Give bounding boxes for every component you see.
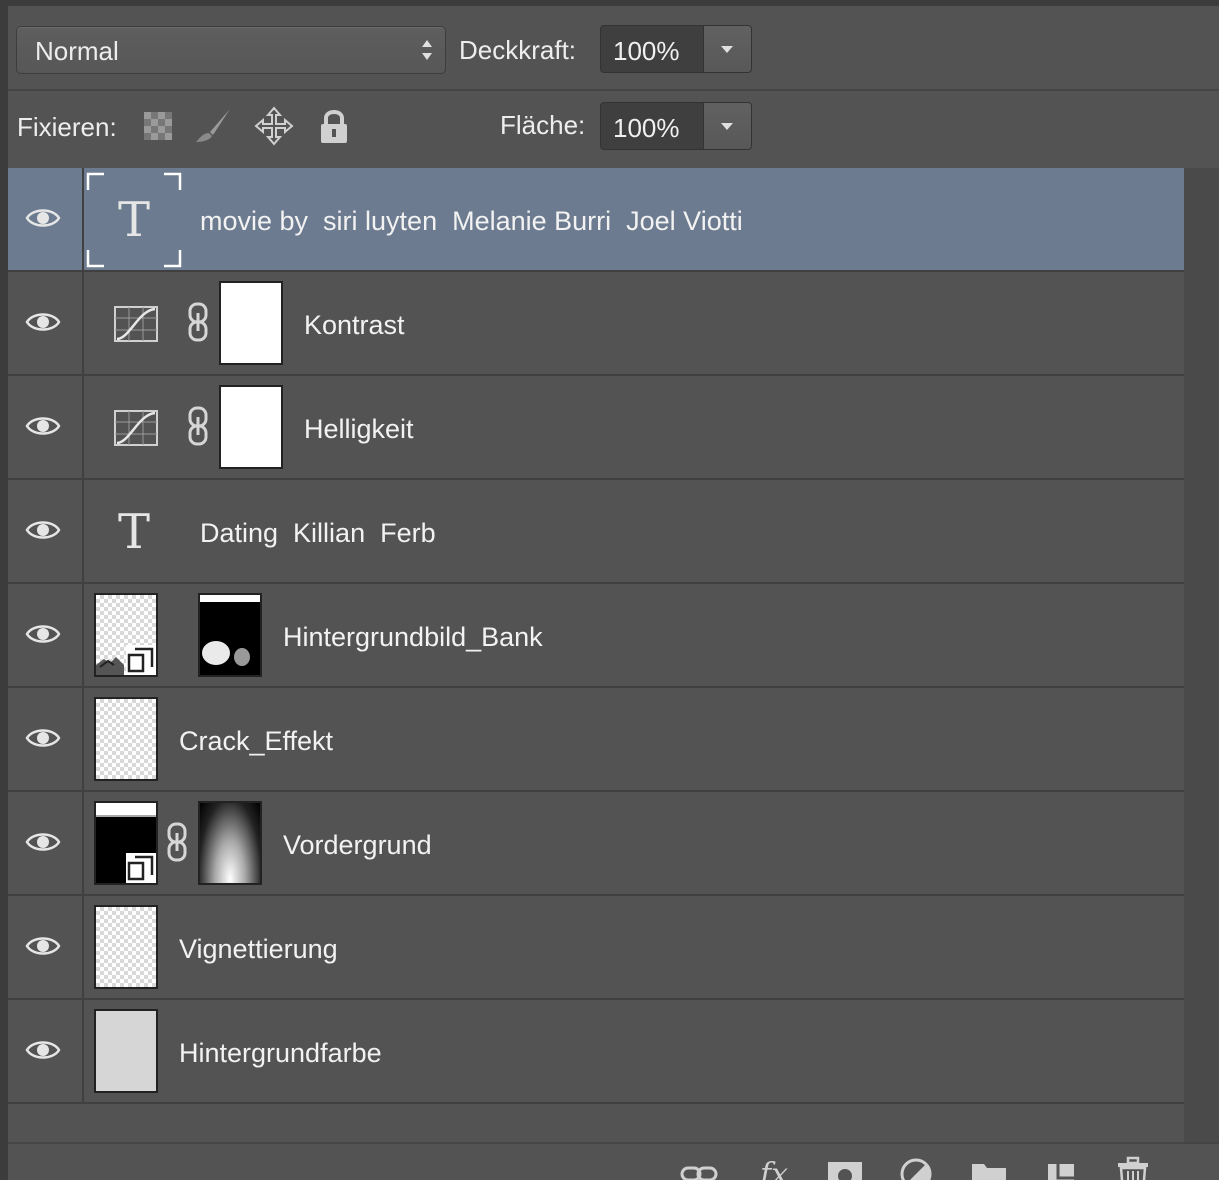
select-arrows-icon — [422, 40, 432, 60]
image-content-icon — [96, 657, 124, 675]
layer-name: Vordergrund — [283, 830, 432, 860]
layer-mask-thumbnail[interactable] — [198, 801, 262, 885]
layer-thumbnail[interactable] — [94, 593, 158, 677]
visibility-toggle[interactable] — [8, 1000, 84, 1102]
layer-row[interactable]: Kontrast — [8, 272, 1184, 376]
visibility-toggle[interactable] — [8, 376, 84, 478]
text-t-icon: T — [117, 504, 150, 560]
eye-icon[interactable] — [25, 310, 61, 334]
fx-icon[interactable]: fx — [756, 1156, 796, 1180]
layer-name: Hintergrundfarbe — [179, 1038, 382, 1068]
visibility-toggle[interactable] — [8, 480, 84, 582]
adjustment-icon[interactable] — [898, 1156, 938, 1180]
text-t-icon: T — [117, 192, 150, 248]
eye-icon[interactable] — [25, 206, 61, 230]
chain-link-icon[interactable] — [187, 302, 209, 342]
mask-shape — [200, 595, 260, 666]
layer-name: Crack_Effekt — [179, 726, 334, 756]
link-icon[interactable] — [680, 1156, 720, 1180]
text-layer-thumbnail: T — [86, 484, 182, 580]
fill-label: Fläche: — [500, 110, 586, 140]
visibility-toggle[interactable] — [8, 584, 84, 686]
new-layer-icon[interactable] — [1042, 1156, 1082, 1180]
layer-row[interactable]: Hintergrundfarbe — [8, 1000, 1184, 1104]
fill-field[interactable]: 100% — [600, 102, 704, 150]
eye-icon[interactable] — [25, 726, 61, 750]
chain-link-icon[interactable] — [166, 822, 188, 862]
layer-row[interactable]: Vignettierung — [8, 896, 1184, 1000]
blend-mode-value: Normal — [35, 36, 119, 66]
layer-mask-thumbnail[interactable] — [219, 281, 283, 365]
checkerboard-icon[interactable] — [139, 106, 179, 146]
opacity-field[interactable]: 100% — [600, 25, 704, 73]
layer-row[interactable]: Crack_Effekt — [8, 688, 1184, 792]
text-layer-thumbnail: T — [86, 172, 182, 268]
eye-icon[interactable] — [25, 622, 61, 646]
fill-dropdown-button[interactable] — [704, 102, 752, 150]
layer-thumbnail[interactable] — [94, 697, 158, 781]
layer-row[interactable]: Helligkeit — [8, 376, 1184, 480]
curves-adjustment-icon — [114, 410, 158, 446]
layer-name: Vignettierung — [179, 934, 338, 964]
layers-panel: Normal Deckkraft: 100% Fixieren: Fläche:… — [8, 6, 1219, 1180]
divider — [8, 89, 1219, 91]
smart-object-icon — [126, 853, 156, 883]
lock-label: Fixieren: — [17, 112, 117, 142]
svg-text:fx: fx — [758, 1157, 788, 1180]
layers-list: T movie by siri luyten Melanie Burri Joe… — [8, 168, 1184, 1106]
layers-bottom-toolbar: fx — [8, 1142, 1219, 1180]
visibility-toggle[interactable] — [8, 792, 84, 894]
eye-icon[interactable] — [25, 830, 61, 854]
eye-icon[interactable] — [25, 518, 61, 542]
layer-name: movie by siri luyten Melanie Burri Joel … — [200, 206, 743, 236]
visibility-toggle[interactable] — [8, 688, 84, 790]
layer-row[interactable]: Vordergrund — [8, 792, 1184, 896]
chain-link-icon[interactable] — [187, 406, 209, 446]
layer-mask-thumbnail[interactable] — [219, 385, 283, 469]
opacity-label: Deckkraft: — [459, 35, 577, 65]
visibility-toggle[interactable] — [8, 896, 84, 998]
layer-thumbnail[interactable] — [94, 905, 158, 989]
layers-panel-window: Normal Deckkraft: 100% Fixieren: Fläche:… — [0, 0, 1219, 1180]
fill-value: 100% — [613, 113, 680, 143]
layer-row[interactable]: Hintergrundbild_Bank — [8, 584, 1184, 688]
eye-icon[interactable] — [25, 414, 61, 438]
layer-thumbnail[interactable] — [94, 801, 158, 885]
eye-icon[interactable] — [25, 934, 61, 958]
blend-mode-select[interactable]: Normal — [16, 26, 446, 74]
layer-name: Dating Killian Ferb — [200, 518, 436, 548]
padlock-icon[interactable] — [314, 106, 354, 146]
eye-icon[interactable] — [25, 1038, 61, 1062]
layer-row[interactable]: T movie by siri luyten Melanie Burri Joe… — [8, 168, 1184, 272]
layer-row[interactable]: T Dating Killian Ferb — [8, 480, 1184, 584]
layer-name: Helligkeit — [304, 414, 414, 444]
visibility-toggle[interactable] — [8, 168, 84, 270]
folder-icon[interactable] — [970, 1156, 1010, 1180]
visibility-toggle[interactable] — [8, 272, 84, 374]
trash-icon[interactable] — [1114, 1156, 1154, 1180]
opacity-dropdown-button[interactable] — [704, 25, 752, 73]
layer-mask-thumbnail[interactable] — [198, 593, 262, 677]
scrollbar[interactable] — [1184, 168, 1219, 1142]
layer-name: Kontrast — [304, 310, 405, 340]
curves-adjustment-icon — [114, 306, 158, 342]
smart-object-icon — [126, 645, 156, 675]
move-arrows-icon[interactable] — [254, 106, 294, 146]
opacity-value: 100% — [613, 36, 680, 66]
brush-icon[interactable] — [194, 106, 234, 146]
layer-thumbnail[interactable] — [94, 1009, 158, 1093]
blend-options-row: Normal Deckkraft: 100% — [8, 16, 1219, 94]
layer-name: Hintergrundbild_Bank — [283, 622, 543, 652]
mask-icon[interactable] — [826, 1156, 866, 1180]
